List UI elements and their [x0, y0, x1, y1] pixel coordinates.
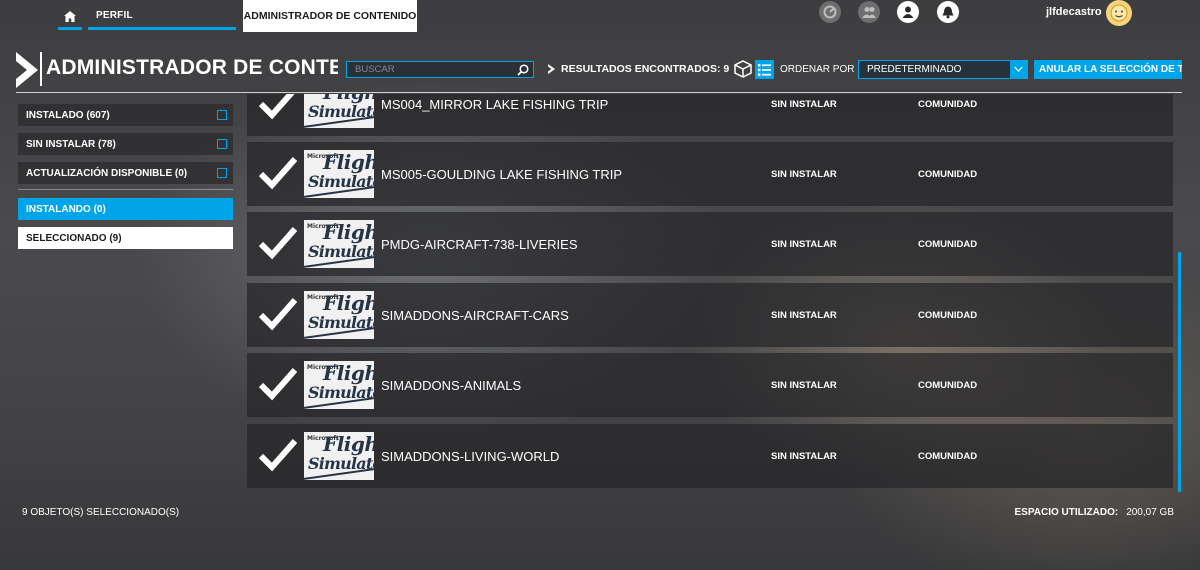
item-name: PMDG-AIRCRAFT-738-LIVERIES: [381, 237, 578, 252]
package-view-icon: [734, 60, 752, 78]
item-status: SIN INSTALAR: [771, 380, 837, 391]
list-item[interactable]: MicrosoftFlightSimulator MS005-GOULDING …: [247, 142, 1173, 206]
username[interactable]: jlfdecastro: [1046, 6, 1102, 18]
selected-count: 9 OBJETO(S) SELECCIONADO(S): [22, 507, 180, 518]
filter-update-available-label: ACTUALIZACIÓN DISPONIBLE (0): [26, 168, 188, 179]
sidebar-divider: [18, 189, 233, 190]
results-count-label: RESULTADOS ENCONTRADOS: 9: [561, 63, 730, 75]
filter-installed-label: INSTALADO (607): [26, 110, 110, 121]
friends-icon[interactable]: [858, 1, 880, 23]
results-count: RESULTADOS ENCONTRADOS: 9: [548, 63, 729, 75]
sort-label: ORDENAR POR: [780, 64, 855, 75]
checkmark-icon[interactable]: [259, 438, 297, 472]
item-source: COMUNIDAD: [918, 451, 978, 462]
item-source: COMUNIDAD: [918, 239, 978, 250]
item-status: SIN INSTALAR: [771, 169, 837, 180]
item-name: SIMADDONS-LIVING-WORLD: [381, 449, 560, 464]
space-used: ESPACIO UTILIZADO: 200,07 GB: [1014, 507, 1174, 518]
page-title: ADMINISTRADOR DE CONTENIDO: [46, 56, 338, 79]
home-tab[interactable]: [58, 3, 82, 30]
flight-simulator-logo: MicrosoftFlightSimulator: [304, 361, 374, 409]
group-installing-label: INSTALANDO (0): [26, 204, 106, 215]
filter-not-installed-label: SIN INSTALAR (78): [26, 139, 116, 150]
item-name: MS005-GOULDING LAKE FISHING TRIP: [381, 167, 623, 182]
filter-installed[interactable]: INSTALADO (607): [18, 104, 233, 126]
back-chevron-icon[interactable]: [16, 52, 38, 88]
item-name: MS004_MIRROR LAKE FISHING TRIP: [381, 97, 609, 112]
filter-installed-checkbox[interactable]: [217, 110, 227, 120]
notifications-icon[interactable]: [937, 1, 959, 23]
item-status: SIN INSTALAR: [771, 451, 837, 462]
sort-dropdown[interactable]: PREDETERMINADO: [858, 60, 1028, 79]
tab-perfil-underline: [88, 27, 236, 30]
item-status: SIN INSTALAR: [771, 239, 837, 250]
list-item[interactable]: MicrosoftFlightSimulator SIMADDONS-ANIMA…: [247, 353, 1173, 417]
item-source: COMUNIDAD: [918, 380, 978, 391]
checkmark-icon[interactable]: [259, 297, 297, 331]
list-item[interactable]: MicrosoftFlightSimulator SIMADDONS-AIRCR…: [247, 283, 1173, 347]
tab-perfil-label: PERFIL: [96, 10, 133, 21]
list-scrollbar[interactable]: [1178, 252, 1181, 492]
filter-not-installed[interactable]: SIN INSTALAR (78): [18, 133, 233, 155]
filter-not-installed-checkbox[interactable]: [217, 139, 227, 149]
checkmark-icon[interactable]: [259, 226, 297, 260]
sort-dropdown-arrow[interactable]: [1010, 61, 1027, 78]
chevron-down-icon: [1014, 66, 1023, 72]
tab-content-manager-label: ADMINISTRADOR DE CONTENIDO: [243, 10, 417, 22]
list-item[interactable]: MicrosoftFlightSimulator SIMADDONS-LIVIN…: [247, 424, 1173, 488]
chevron-right-icon: [548, 64, 555, 74]
search-icon[interactable]: [517, 64, 529, 76]
filter-update-available[interactable]: ACTUALIZACIÓN DISPONIBLE (0): [18, 162, 233, 184]
package-view-button[interactable]: [734, 60, 752, 78]
sort-dropdown-value: PREDETERMINADO: [867, 64, 962, 75]
home-icon: [64, 11, 76, 22]
list-item[interactable]: MicrosoftFlightSimulator MS004_MIRROR LA…: [247, 94, 1173, 136]
title-divider: [40, 52, 42, 86]
flight-simulator-logo: MicrosoftFlightSimulator: [304, 432, 374, 480]
list-view-icon: [758, 63, 771, 76]
item-status: SIN INSTALAR: [771, 310, 837, 321]
avatar[interactable]: [1106, 0, 1132, 26]
checkmark-icon[interactable]: [259, 156, 297, 190]
clear-selection-button[interactable]: ANULAR LA SELECCIÓN DE TODO: [1034, 60, 1182, 79]
item-source: COMUNIDAD: [918, 310, 978, 321]
flight-simulator-logo: MicrosoftFlightSimulator: [304, 94, 374, 128]
item-status: SIN INSTALAR: [771, 99, 837, 110]
content-list: MicrosoftFlightSimulator MS004_MIRROR LA…: [247, 94, 1173, 489]
checkmark-icon[interactable]: [259, 94, 297, 120]
space-used-label: ESPACIO UTILIZADO:: [1014, 507, 1119, 518]
checkmark-icon[interactable]: [259, 367, 297, 401]
group-selected-label: SELECCIONADO (9): [26, 233, 122, 244]
home-tab-underline: [58, 27, 82, 30]
tab-content-manager[interactable]: ADMINISTRADOR DE CONTENIDO: [243, 0, 417, 32]
search-input[interactable]: [347, 62, 515, 77]
flight-simulator-logo: MicrosoftFlightSimulator: [304, 291, 374, 339]
group-selected[interactable]: SELECCIONADO (9): [18, 227, 233, 249]
list-view-button[interactable]: [755, 60, 774, 79]
profile-icon[interactable]: [897, 1, 919, 23]
flight-simulator-logo: MicrosoftFlightSimulator: [304, 220, 374, 268]
search-box[interactable]: [346, 61, 534, 78]
space-used-value: 200,07 GB: [1126, 507, 1174, 518]
item-source: COMUNIDAD: [918, 99, 978, 110]
content-manager-header: ADMINISTRADOR DE CONTENIDO RESULTADOS EN…: [0, 48, 1200, 92]
tab-perfil[interactable]: PERFIL: [88, 3, 236, 30]
top-navigation-bar: PERFIL ADMINISTRADOR DE CONTENIDO jlfdec…: [0, 0, 1200, 32]
filter-update-available-checkbox[interactable]: [217, 168, 227, 178]
header-divider: [16, 92, 1182, 93]
flight-simulator-logo: MicrosoftFlightSimulator: [304, 150, 374, 198]
item-source: COMUNIDAD: [918, 169, 978, 180]
performance-icon[interactable]: [819, 1, 841, 23]
item-name: SIMADDONS-AIRCRAFT-CARS: [381, 308, 569, 323]
list-item[interactable]: MicrosoftFlightSimulator PMDG-AIRCRAFT-7…: [247, 212, 1173, 276]
group-installing[interactable]: INSTALANDO (0): [18, 198, 233, 220]
item-name: SIMADDONS-ANIMALS: [381, 378, 522, 393]
